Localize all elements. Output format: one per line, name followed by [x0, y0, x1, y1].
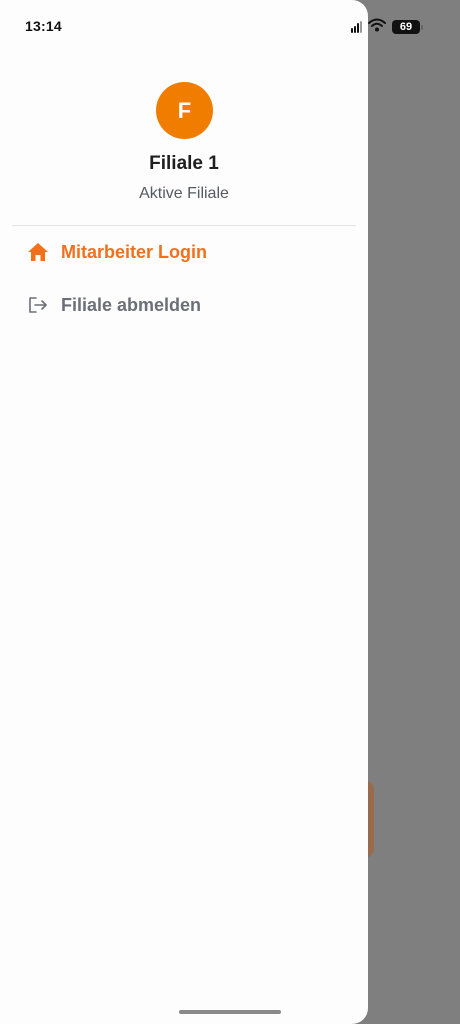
divider [12, 225, 356, 226]
menu-item-label: Mitarbeiter Login [61, 241, 208, 262]
menu-item-label: Filiale abmelden [61, 294, 202, 315]
battery-tip [421, 24, 423, 30]
logout-icon [27, 294, 49, 316]
branch-name: Filiale 1 [149, 153, 219, 174]
battery-icon: 69 [392, 20, 420, 34]
home-icon [27, 241, 49, 263]
navigation-drawer: F Filiale 1 Aktive Filiale Mitarbeiter L… [0, 0, 368, 1024]
signal-icon [351, 21, 362, 33]
wifi-icon [368, 18, 386, 37]
avatar: F [156, 82, 213, 139]
home-indicator[interactable] [179, 1010, 281, 1014]
status-icons: 69 [351, 18, 423, 36]
menu-item-branch-logout[interactable]: Filiale abmelden [0, 283, 368, 327]
status-time: 13:14 [25, 18, 62, 34]
branch-status: Aktive Filiale [139, 185, 229, 202]
menu-item-employee-login[interactable]: Mitarbeiter Login [0, 230, 368, 274]
status-bar: 13:14 69 [0, 0, 460, 54]
avatar-initial: F [177, 97, 192, 123]
battery-level: 69 [399, 21, 413, 33]
